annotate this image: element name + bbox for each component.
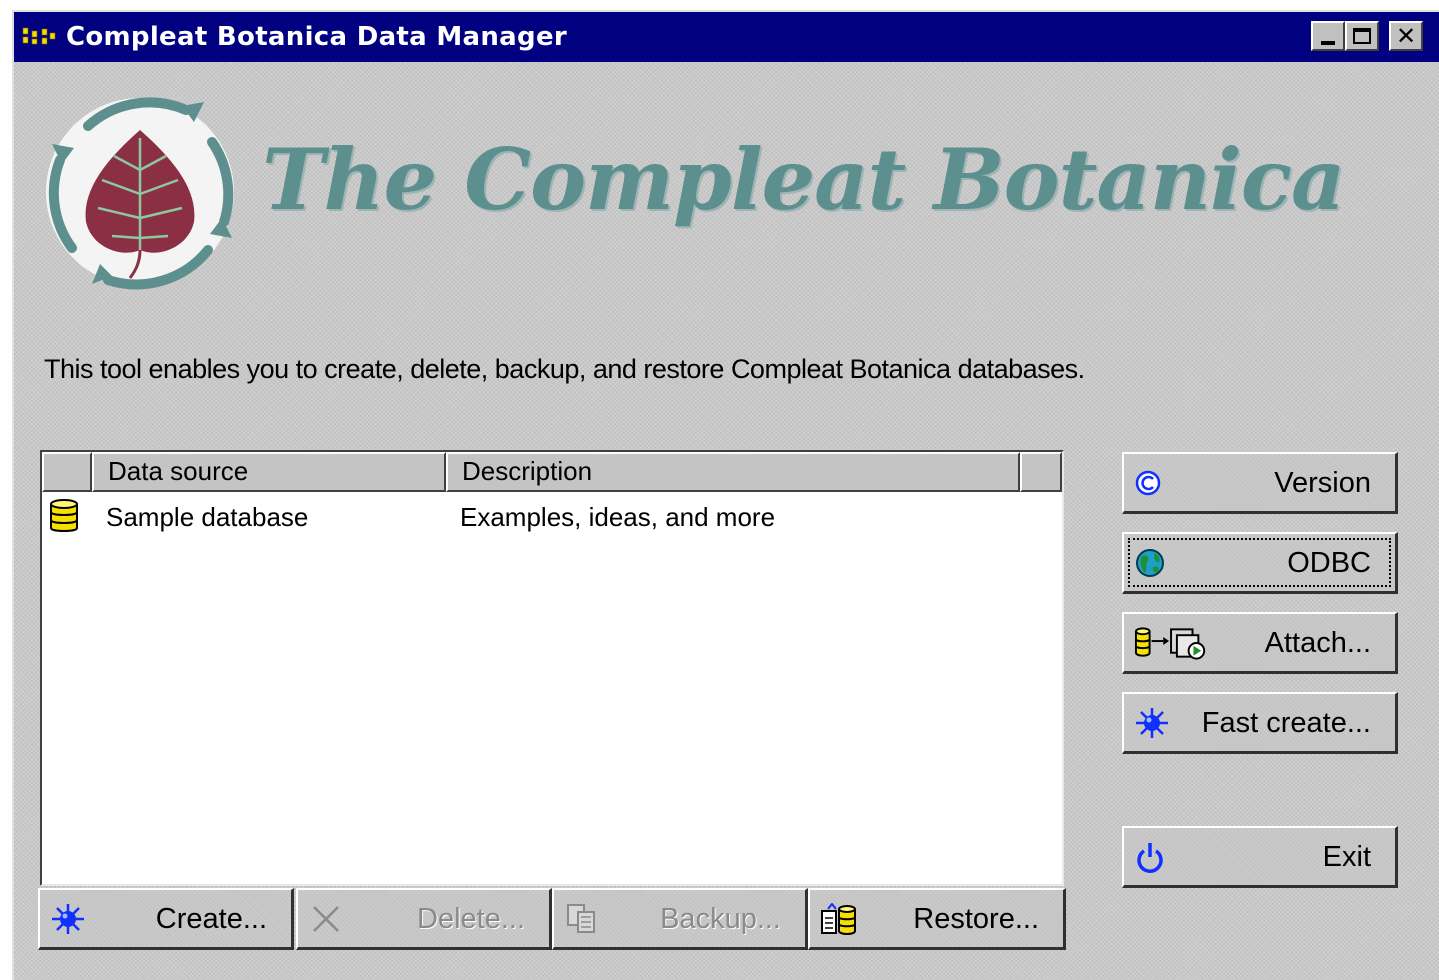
cell-description: Examples, ideas, and more xyxy=(460,502,776,532)
minimize-button[interactable] xyxy=(1311,21,1345,51)
intro-text: This tool enables you to create, delete,… xyxy=(44,354,1085,384)
attach-database-icon xyxy=(1134,627,1206,660)
database-icon xyxy=(50,499,78,532)
copyright-icon xyxy=(1135,470,1161,496)
delete-button[interactable]: Delete... xyxy=(296,888,552,950)
column-header-icon[interactable] xyxy=(42,452,92,492)
attach-label: Attach... xyxy=(1264,627,1371,659)
restore-label: Restore... xyxy=(913,903,1039,935)
exit-button[interactable]: Exit xyxy=(1122,826,1398,888)
list-item[interactable]: Sample database Examples, ideas, and mor… xyxy=(42,498,1062,538)
sparkle-icon xyxy=(1136,708,1168,738)
close-icon: ✕ xyxy=(1395,22,1417,50)
maximize-button[interactable] xyxy=(1345,21,1379,51)
odbc-label: ODBC xyxy=(1287,547,1371,579)
backup-button[interactable]: Backup... xyxy=(552,888,808,950)
exit-label: Exit xyxy=(1322,841,1371,873)
odbc-button[interactable]: ODBC xyxy=(1122,532,1398,594)
globe-icon xyxy=(1136,549,1164,577)
restore-button[interactable]: Restore... xyxy=(808,888,1066,950)
close-button[interactable]: ✕ xyxy=(1389,21,1423,51)
version-button[interactable]: Version xyxy=(1122,452,1398,514)
leaf-cycle-logo-icon xyxy=(46,97,234,290)
copy-pages-icon xyxy=(567,904,595,933)
fast-create-label: Fast create... xyxy=(1201,707,1371,739)
create-label: Create... xyxy=(155,903,267,935)
list-header: Data source Description xyxy=(42,452,1062,492)
sparkle-icon xyxy=(52,904,84,934)
create-button[interactable]: Create... xyxy=(38,888,294,950)
delete-x-icon xyxy=(313,906,339,932)
column-header-filler xyxy=(1020,452,1062,492)
column-header-data-source[interactable]: Data source xyxy=(92,452,446,492)
fast-create-button[interactable]: Fast create... xyxy=(1122,692,1398,754)
column-header-description[interactable]: Description xyxy=(446,452,1020,492)
minimize-icon xyxy=(1321,41,1335,45)
restore-icon xyxy=(821,903,856,935)
brand-title: The Compleat Botanica xyxy=(262,130,1345,229)
app-dots-icon xyxy=(22,27,56,45)
maximize-icon xyxy=(1353,28,1371,44)
cell-data-source: Sample database xyxy=(106,502,309,532)
title-bar[interactable]: Compleat Botanica Data Manager ✕ xyxy=(14,12,1439,62)
delete-label: Delete... xyxy=(417,903,525,935)
power-icon xyxy=(1137,843,1163,873)
backup-label: Backup... xyxy=(660,903,781,935)
data-source-list[interactable]: Data source Description Sample database … xyxy=(40,450,1064,886)
app-window: Compleat Botanica Data Manager ✕ The Com… xyxy=(12,10,1439,980)
window-title: Compleat Botanica Data Manager xyxy=(66,22,567,52)
attach-button[interactable]: Attach... xyxy=(1122,612,1398,674)
version-label: Version xyxy=(1274,467,1371,499)
